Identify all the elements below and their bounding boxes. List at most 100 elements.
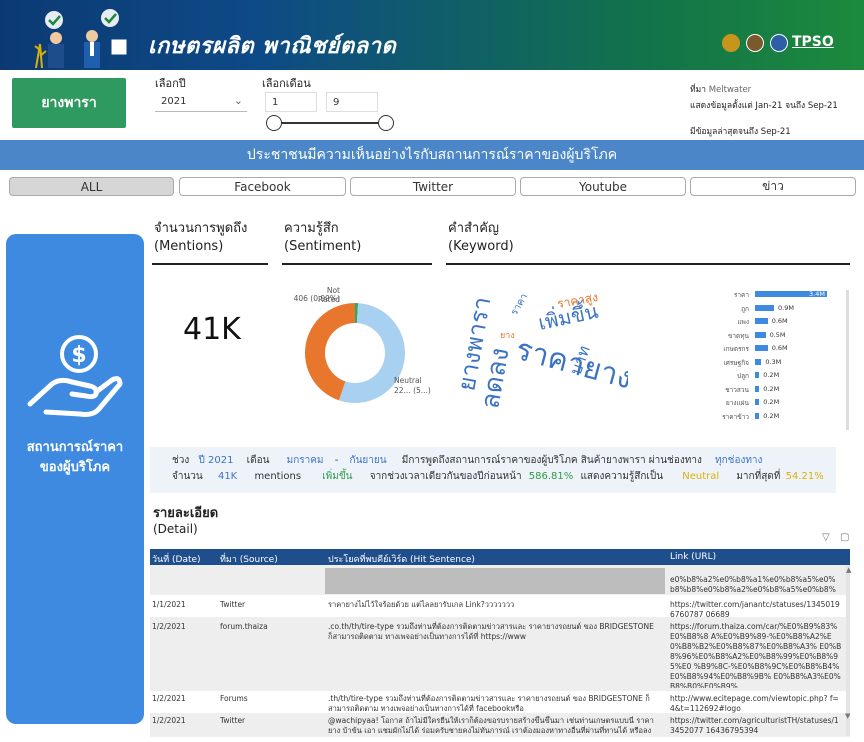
row3-link[interactable]: http://www.ecitepage.com/viewtopic.php? … [670, 694, 842, 714]
row4-sentence: @wachipyaa! โอกาส ถ้าไม่มีใครยืนให้เราก็… [328, 716, 654, 735]
row1-sentence: ราคายางไม่ไว้ใจร้อยด้วย แต่ไลลยารับเกล L… [328, 600, 515, 609]
keyword-bar-label: ชาวสวน [725, 385, 749, 394]
row3-sentence: .th/th/tire-type รวมถึงท่านที่ต้องการติด… [328, 694, 650, 713]
keyword-bar[interactable] [755, 358, 762, 365]
left-panel-title: สถานการณ์ราคา ของผู้บริโภค [6, 438, 144, 478]
keyword-bar-chart[interactable]: ราคา 3.4M ถูก 0.9M แพง 0.6M ขาดทุน 0.5M เกษตรกร 0… [705, 290, 845, 430]
keyword-bar[interactable] [755, 412, 760, 419]
keyword-bar-value: 0.2M [763, 371, 780, 379]
keyword-bar-value: 0.6M [771, 344, 788, 352]
year-select[interactable]: 2021 ⌄ [155, 92, 247, 112]
summary-count: 41K [217, 471, 238, 482]
keyword-bar-label: ราคาข้าว [722, 412, 749, 421]
col-link[interactable]: Link (URL) [670, 552, 716, 562]
tab-all[interactable]: ALL [9, 177, 174, 196]
summary-year: ปี 2021 [198, 455, 234, 466]
left-panel: $ สถานการณ์ราคา ของผู้บริโภค [6, 234, 144, 724]
row2-link[interactable]: https://forum.thaiza.com/car/%E0%B9%83%E… [670, 622, 842, 688]
year-label: เลือกปี [155, 77, 186, 90]
row0-link[interactable]: e0%b8%a2%e0%b8%a1%e0%b8%a5%e0%b8%b8%e0%b… [670, 575, 840, 595]
keyword-bar-label: ยางแผ่น [725, 399, 749, 407]
tab-twitter[interactable]: Twitter [350, 177, 516, 196]
row3-date: 1/2/2021 [152, 694, 186, 703]
neutral-value: 22... (5...) [394, 386, 431, 395]
summary-sentiment-pct: 54.21% [785, 471, 824, 482]
hand-coin-icon: $ [27, 335, 123, 417]
slider-start-handle[interactable] [266, 115, 282, 131]
keyword-bar-value: 0.2M [763, 384, 780, 393]
row2-source: forum.thaiza [220, 622, 268, 631]
keyword-chart-scrollbar[interactable] [846, 290, 849, 430]
scroll-down-icon[interactable]: ▼ [845, 712, 850, 720]
sentiment-header: ความรู้สึก (Sentiment) [284, 220, 361, 256]
month-range-slider[interactable] [272, 122, 388, 124]
col-date[interactable]: วันที่ (Date) [152, 552, 201, 566]
keyword-bar-value: 0.6M [771, 317, 788, 325]
keyword-bar-label: ถูก [741, 304, 749, 313]
keyword-bar[interactable] [755, 372, 760, 378]
keyword-title: คำสำคัญ [448, 221, 500, 236]
summary-line-1: ช่วง ปี 2021 เดือน มกราคม - กันยายน มีกา… [172, 453, 762, 468]
keyword-bar[interactable] [755, 399, 760, 405]
commodity-button[interactable]: ยางพารา [12, 78, 126, 128]
keyword-bar[interactable] [755, 304, 775, 311]
keyword-bar[interactable] [755, 345, 768, 351]
summary-line-2: จำนวน 41K mentions เพิ่มขึ้น จากช่วงเวลา… [172, 469, 824, 484]
month-end-input[interactable]: 9 [326, 92, 378, 112]
col-sentence[interactable]: ประโยคที่พบคีย์เวิร์ด (Hit Sentence) [328, 552, 475, 566]
sentiment-subtitle: (Sentiment) [284, 239, 362, 254]
keyword-header: คำสำคัญ (Keyword) [448, 220, 514, 256]
summary-period-label: ช่วง [172, 455, 190, 466]
office-seal-icon [770, 34, 788, 52]
summary-text-4: มากที่สุดที่ [736, 471, 781, 482]
emblem-seal-icon [746, 34, 764, 52]
summary-month-from: มกราคม [286, 455, 324, 466]
month-start-input[interactable]: 1 [265, 92, 317, 112]
year-value: 2021 [161, 96, 187, 107]
row4-link[interactable]: https://twitter.com/agriculturistTH/stat… [670, 716, 842, 736]
tab-facebook[interactable]: Facebook [179, 177, 346, 196]
summary-pct: 586.81% [528, 471, 574, 482]
table-scrollbar[interactable] [846, 566, 850, 736]
keyword-bar[interactable] [755, 385, 760, 392]
source-line: ที่มา Meltwater [690, 82, 751, 96]
slider-end-handle[interactable] [378, 115, 394, 131]
word-ยาง: ยาง [500, 331, 515, 341]
left-title-line2: ของผู้บริโภค [39, 460, 111, 475]
filter-icon[interactable]: ▽ [822, 532, 830, 543]
word-ราคา: ราคา [509, 292, 530, 318]
tpso-logo[interactable]: TPSO [792, 34, 834, 50]
summary-text-3: แสดงความรู้สึกเป็น [580, 471, 664, 482]
row4-source: Twitter [220, 716, 246, 725]
latest-data-text: มีข้อมูลล่าสุดจนถึง Sep-21 [690, 127, 791, 137]
keyword-bar-value: 0.9M [778, 303, 794, 312]
row1-date: 1/1/2021 [152, 600, 186, 609]
keyword-bar[interactable] [755, 331, 766, 338]
tab-news[interactable]: ข่าว [690, 177, 856, 196]
row2-sentence: .co.th/th/tire-type รวมถึงท่านที่ต้องการ… [328, 622, 654, 641]
expand-icon[interactable]: ▢ [840, 532, 849, 543]
tab-youtube[interactable]: Youtube [520, 177, 686, 196]
farmer-merchant-illustration [34, 9, 127, 68]
sentiment-underline [282, 263, 432, 265]
neutral-label: Neutral [394, 376, 422, 385]
keyword-bar-value: 3.4M [809, 290, 825, 298]
summary-month-to: กันยายน [349, 455, 387, 466]
col-source[interactable]: ที่มา (Source) [220, 552, 278, 566]
keyword-bar-value: 0.5M [769, 330, 786, 339]
source-value: Meltwater [708, 85, 752, 95]
keyword-bar-label: แพง [737, 318, 749, 326]
keyword-bar[interactable] [755, 318, 768, 324]
mentions-value: 41K [183, 312, 241, 347]
mentions-underline [152, 263, 268, 265]
keyword-bar-value: 0.2M [763, 411, 780, 420]
row4-date: 1/2/2021 [152, 716, 186, 725]
scroll-up-icon[interactable]: ▲ [846, 566, 851, 574]
keyword-bar-value: 0.2M [763, 398, 780, 406]
data-range-text: แสดงข้อมูลตั้งแต่ Jan-21 จนถึง Sep-21 [690, 101, 838, 111]
summary-mentions: mentions [254, 471, 302, 482]
left-title-line1: สถานการณ์ราคา [26, 440, 124, 455]
keyword-underline [446, 263, 850, 265]
keyword-bar-label: ปลูก [736, 372, 749, 380]
keyword-bar-label: ราคา [733, 291, 749, 299]
